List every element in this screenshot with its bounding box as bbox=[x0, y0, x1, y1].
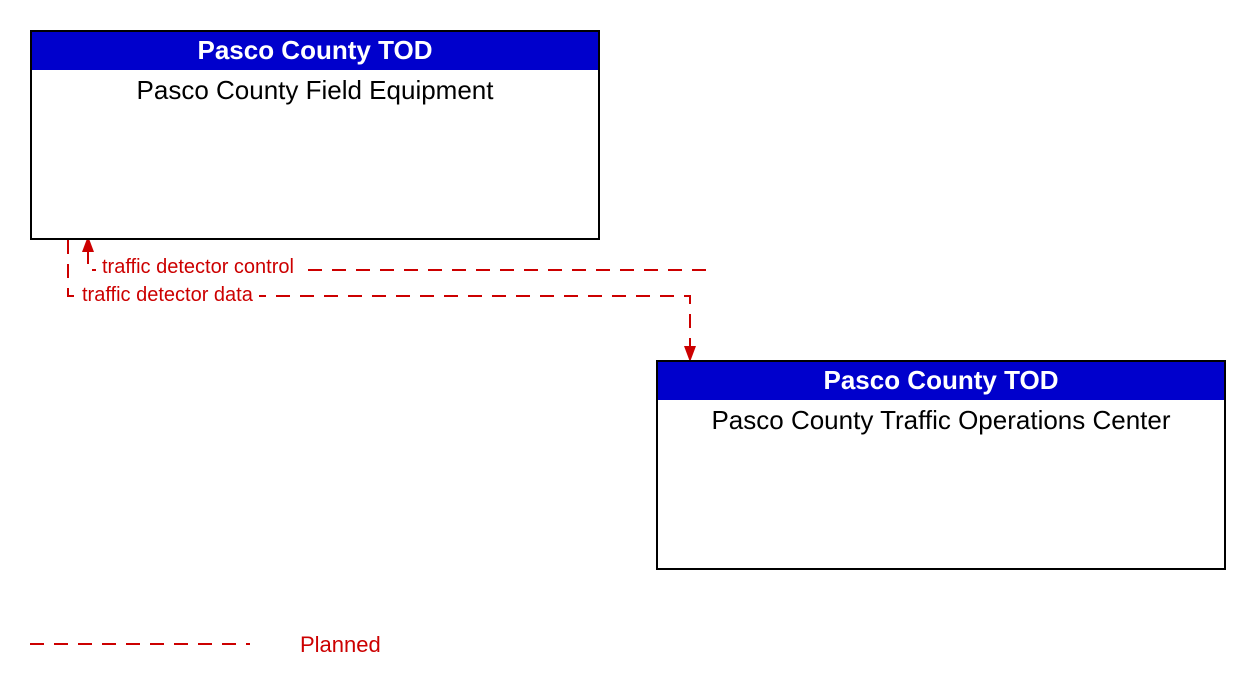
node-field-equipment: Pasco County TOD Pasco County Field Equi… bbox=[30, 30, 600, 240]
flow-label-data: traffic detector data bbox=[76, 284, 259, 307]
node-field-equipment-header: Pasco County TOD bbox=[32, 32, 598, 70]
node-field-equipment-body: Pasco County Field Equipment bbox=[32, 70, 598, 112]
node-traffic-ops-center-header: Pasco County TOD bbox=[658, 362, 1224, 400]
legend-label-planned: Planned bbox=[300, 632, 381, 658]
node-traffic-ops-center-body: Pasco County Traffic Operations Center bbox=[658, 400, 1224, 442]
node-traffic-ops-center: Pasco County TOD Pasco County Traffic Op… bbox=[656, 360, 1226, 570]
flow-label-control: traffic detector control bbox=[96, 256, 300, 279]
